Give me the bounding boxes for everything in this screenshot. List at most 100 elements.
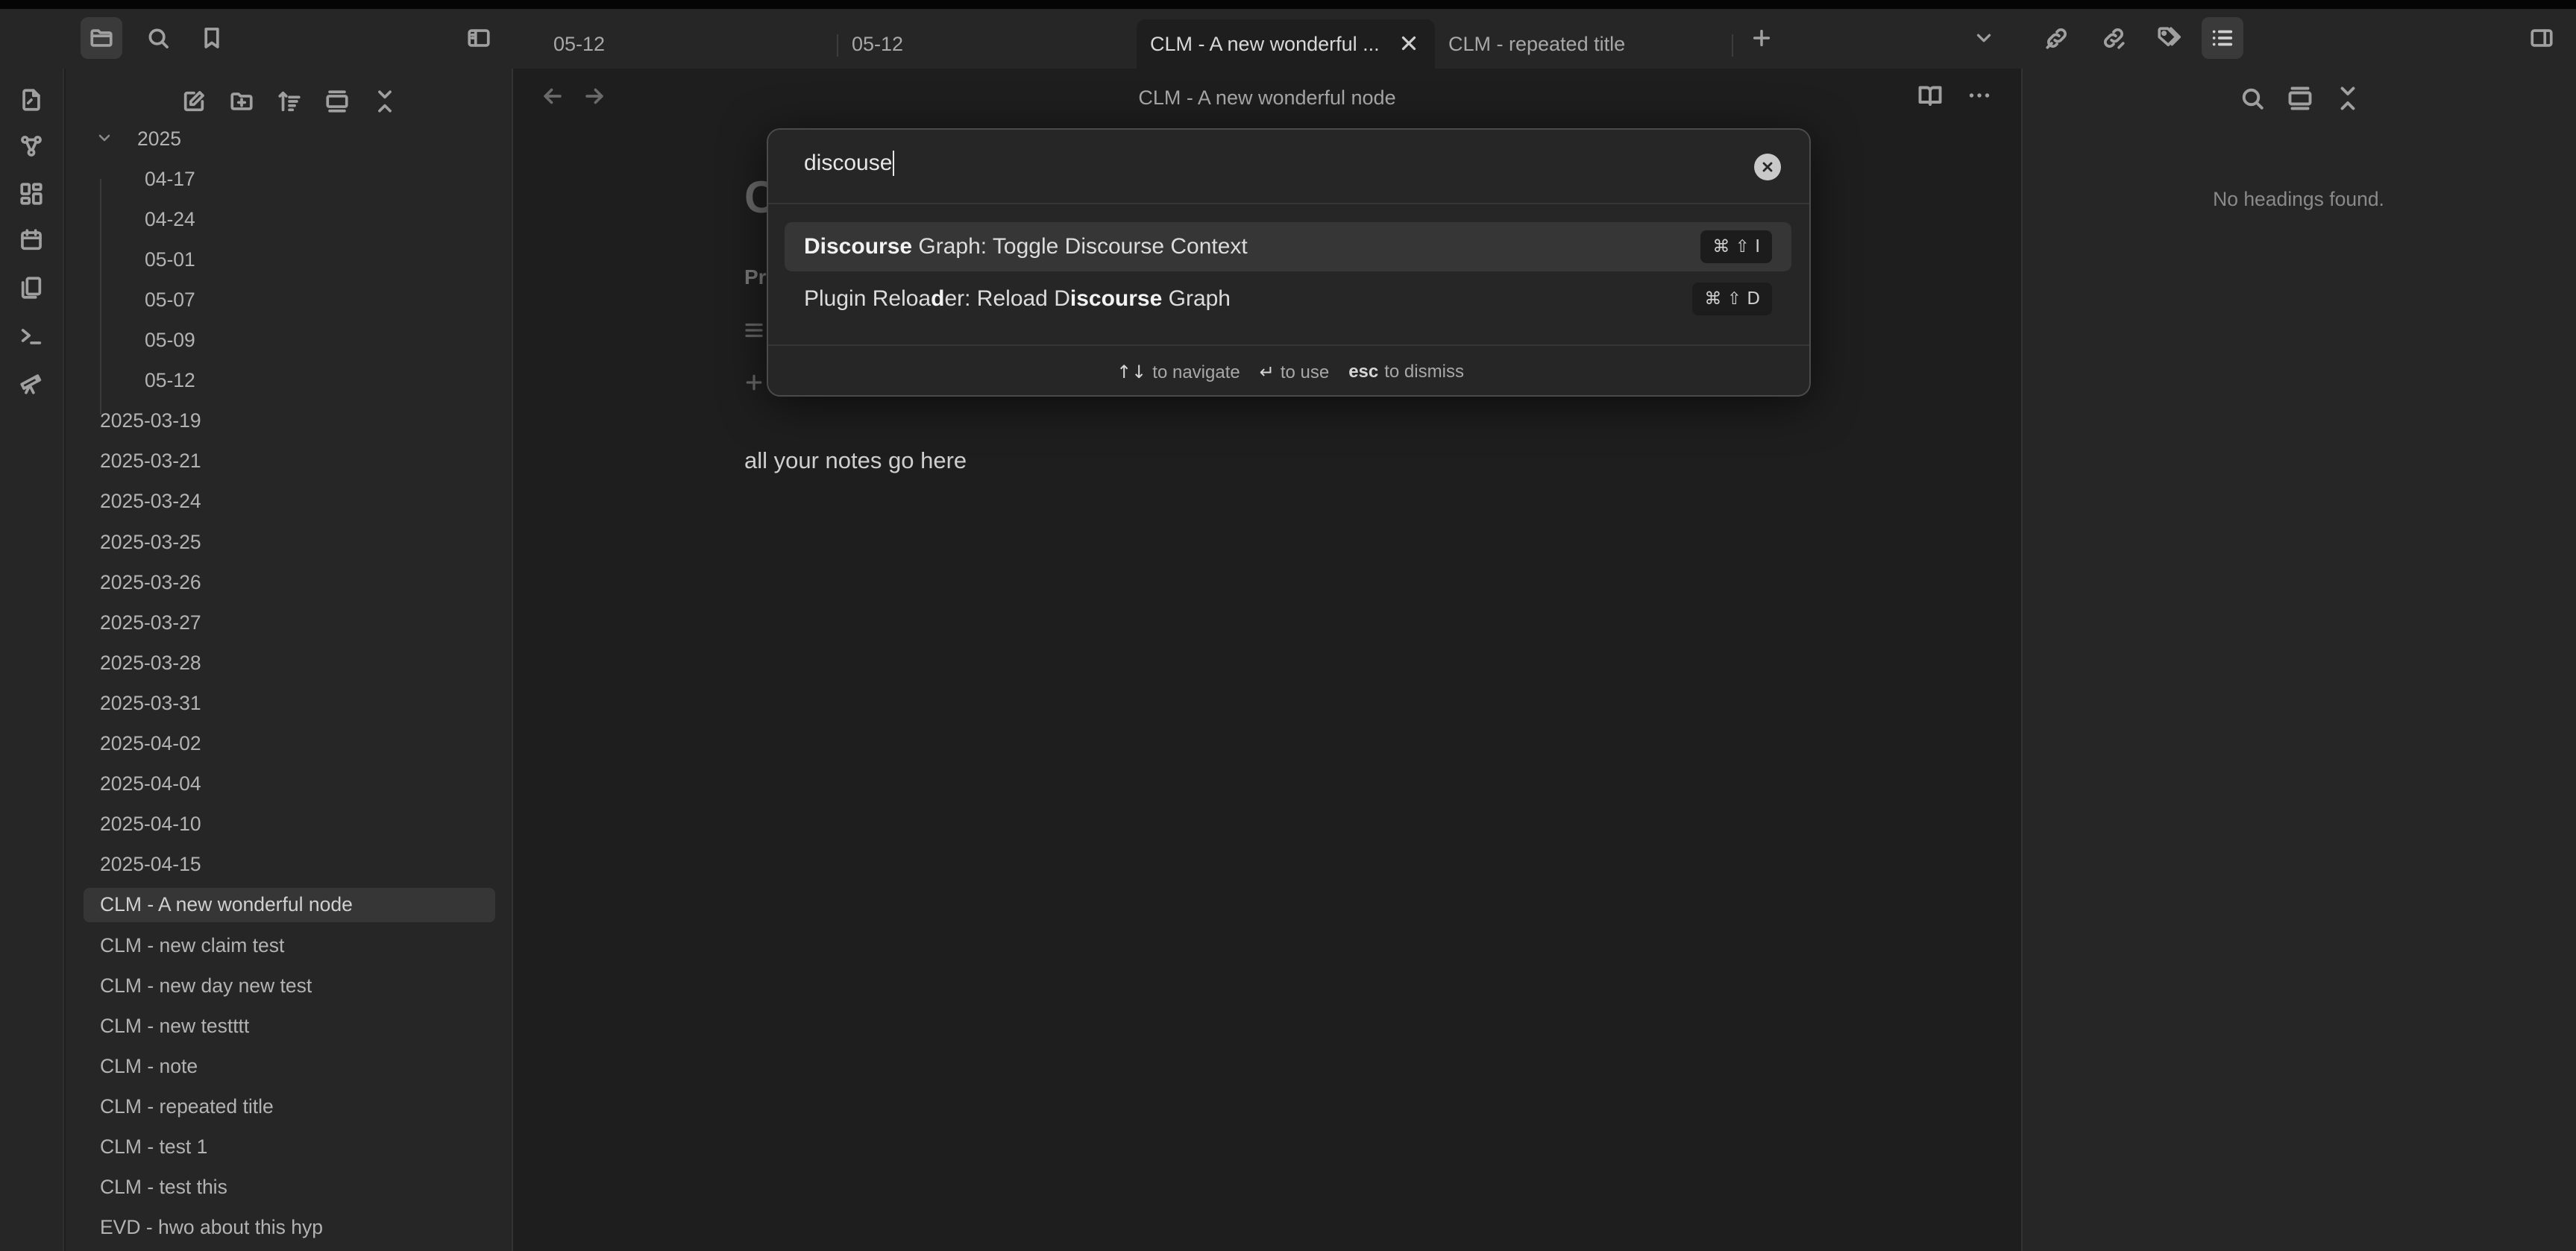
auto-reveal-icon[interactable] bbox=[321, 85, 354, 118]
canvas-icon[interactable] bbox=[15, 177, 48, 210]
terminal-icon[interactable] bbox=[15, 319, 48, 352]
chevron-down-icon[interactable] bbox=[95, 129, 113, 147]
chevron-down-icon[interactable] bbox=[1963, 17, 2005, 59]
new-tab-icon[interactable] bbox=[1741, 17, 1782, 59]
tags-icon[interactable] bbox=[2148, 17, 2190, 59]
suggestion-text-part: Discourse bbox=[804, 234, 913, 259]
right-sidebar-toggle-icon[interactable] bbox=[2521, 17, 2563, 59]
file-item[interactable]: CLM - repeated title bbox=[84, 1089, 495, 1124]
file-item[interactable]: 05-12 bbox=[130, 364, 503, 398]
navigate-hint: ↑↓ to navigate bbox=[1116, 361, 1240, 382]
file-item[interactable]: 2025-03-21 bbox=[84, 444, 495, 479]
open-quick-switcher-icon[interactable] bbox=[15, 83, 48, 116]
command-search-input[interactable]: discouse bbox=[804, 151, 895, 176]
title-bar: 05-12 05-12 CLM - A new wonderful ... CL… bbox=[0, 9, 2576, 69]
tree-item-label: 2025 bbox=[137, 127, 181, 150]
suggestion-text-part: Graph: Toggle Discourse Context bbox=[912, 234, 1248, 259]
sort-icon[interactable] bbox=[273, 85, 306, 118]
telescope-icon[interactable] bbox=[15, 367, 48, 400]
suggestion-text-part: Plugin Reloa bbox=[804, 286, 932, 311]
suggestion-reload-discourse-graph[interactable]: Plugin Reloader: Reload Discourse Graph … bbox=[785, 274, 1791, 324]
backlinks-icon[interactable] bbox=[2036, 17, 2078, 59]
file-explorer-icon[interactable] bbox=[81, 17, 122, 59]
file-item[interactable]: 2025-04-10 bbox=[84, 807, 495, 842]
file-item[interactable]: 2025-04-02 bbox=[84, 727, 495, 761]
file-item[interactable]: 2025-03-24 bbox=[84, 485, 495, 519]
file-item[interactable]: CLM - test this bbox=[84, 1170, 495, 1205]
no-headings-message: No headings found. bbox=[2213, 188, 2384, 210]
sidebar-toggle-icon[interactable] bbox=[458, 17, 500, 59]
note-title[interactable]: CLM - A new wonderful node bbox=[515, 86, 2020, 110]
suggestion-text-part: d bbox=[931, 286, 945, 311]
tree-item-label: 2025-03-25 bbox=[100, 530, 201, 553]
calendar-icon[interactable] bbox=[15, 224, 48, 256]
tree-item-label: CLM - new testttt bbox=[100, 1014, 250, 1037]
tab-3-active[interactable]: CLM - A new wonderful ... bbox=[1137, 19, 1435, 69]
close-tab-icon[interactable] bbox=[1398, 32, 1420, 54]
outline-icon[interactable] bbox=[2202, 17, 2243, 59]
tree-item-label: 05-09 bbox=[145, 329, 195, 351]
text-caret bbox=[893, 151, 895, 176]
add-property-icon[interactable] bbox=[743, 371, 765, 394]
file-item[interactable]: 04-24 bbox=[130, 202, 503, 236]
file-item[interactable]: 2025-04-04 bbox=[84, 767, 495, 801]
tree-item-label: 2025-04-02 bbox=[100, 732, 201, 754]
tab-separator bbox=[1732, 34, 1733, 57]
collapse-outline-icon[interactable] bbox=[2334, 85, 2361, 112]
file-item[interactable]: 2025-03-19 bbox=[84, 404, 495, 438]
file-item[interactable]: 05-07 bbox=[130, 283, 503, 317]
folder-2025[interactable]: 2025 bbox=[84, 122, 501, 156]
search-icon[interactable] bbox=[137, 17, 179, 59]
more-options-icon[interactable] bbox=[1966, 82, 1993, 109]
file-item[interactable]: EVD - hwo about this hyp bbox=[84, 1211, 495, 1245]
tab-label: 05-12 bbox=[553, 32, 606, 55]
file-item[interactable]: CLM - new claim test bbox=[84, 928, 495, 962]
tree-item-label: CLM - note bbox=[100, 1054, 198, 1077]
outgoing-links-icon[interactable] bbox=[2093, 17, 2134, 59]
tree-item-label: 2025-03-31 bbox=[100, 691, 201, 714]
tree-item-label: 2025-04-04 bbox=[100, 772, 201, 795]
file-item[interactable]: CLM - test 1 bbox=[84, 1130, 495, 1165]
tab-2[interactable]: 05-12 bbox=[835, 19, 1126, 69]
tree-item-label: 04-24 bbox=[145, 207, 195, 230]
graph-view-icon[interactable] bbox=[15, 130, 48, 163]
file-item[interactable]: 2025-03-28 bbox=[84, 646, 495, 680]
suggestion-toggle-discourse-context[interactable]: Discourse Graph: Toggle Discourse Contex… bbox=[785, 222, 1791, 271]
templates-icon[interactable] bbox=[15, 271, 48, 304]
tree-item-label: 2025-03-21 bbox=[100, 450, 201, 473]
bookmark-icon[interactable] bbox=[191, 17, 233, 59]
file-item[interactable]: 2025-03-26 bbox=[84, 565, 495, 599]
tree-item-label: 2025-04-10 bbox=[100, 813, 201, 836]
tree-item-label: CLM - new claim test bbox=[100, 933, 285, 957]
tree-item-label: 2025-03-28 bbox=[100, 651, 201, 674]
file-item[interactable]: 2025-03-27 bbox=[84, 605, 495, 640]
file-item[interactable]: 05-01 bbox=[130, 242, 503, 277]
window-top-strip bbox=[0, 0, 2576, 9]
new-note-icon[interactable] bbox=[178, 85, 210, 118]
file-item-selected[interactable]: CLM - A new wonderful node bbox=[84, 887, 495, 922]
tab-4[interactable]: CLM - repeated title bbox=[1432, 19, 1730, 69]
tree-item-label: 2025-03-26 bbox=[100, 570, 201, 593]
collapse-all-icon[interactable] bbox=[368, 85, 401, 118]
tree-item-label: EVD - hwo about this hyp bbox=[100, 1216, 324, 1239]
auto-expand-icon[interactable] bbox=[2287, 85, 2313, 112]
reading-view-icon[interactable] bbox=[1917, 82, 1944, 109]
file-item[interactable]: CLM - new testttt bbox=[84, 1009, 495, 1043]
note-body[interactable]: all your notes go here bbox=[744, 447, 967, 474]
file-item[interactable]: 04-17 bbox=[130, 162, 503, 196]
tab-1[interactable]: 05-12 bbox=[537, 19, 820, 69]
tree-indent-guide bbox=[100, 179, 101, 415]
file-item[interactable]: 2025-03-31 bbox=[84, 686, 495, 720]
file-item[interactable]: 05-09 bbox=[130, 324, 503, 358]
suggestion-text-part: iscourse bbox=[1069, 286, 1163, 311]
suggestion-label: Plugin Reloader: Reload Discourse Graph bbox=[804, 286, 1231, 312]
new-folder-icon[interactable] bbox=[225, 85, 258, 118]
file-item[interactable]: 2025-04-15 bbox=[84, 848, 495, 882]
clear-search-icon[interactable] bbox=[1754, 154, 1781, 180]
tree-item-label: CLM - repeated title bbox=[100, 1094, 274, 1118]
file-item[interactable]: 2025-03-25 bbox=[84, 525, 495, 559]
tree-item-label: 04-17 bbox=[145, 167, 195, 190]
file-item[interactable]: CLM - note bbox=[84, 1049, 495, 1083]
search-outline-icon[interactable] bbox=[2239, 85, 2266, 112]
file-item[interactable]: CLM - new day new test bbox=[84, 968, 495, 1003]
